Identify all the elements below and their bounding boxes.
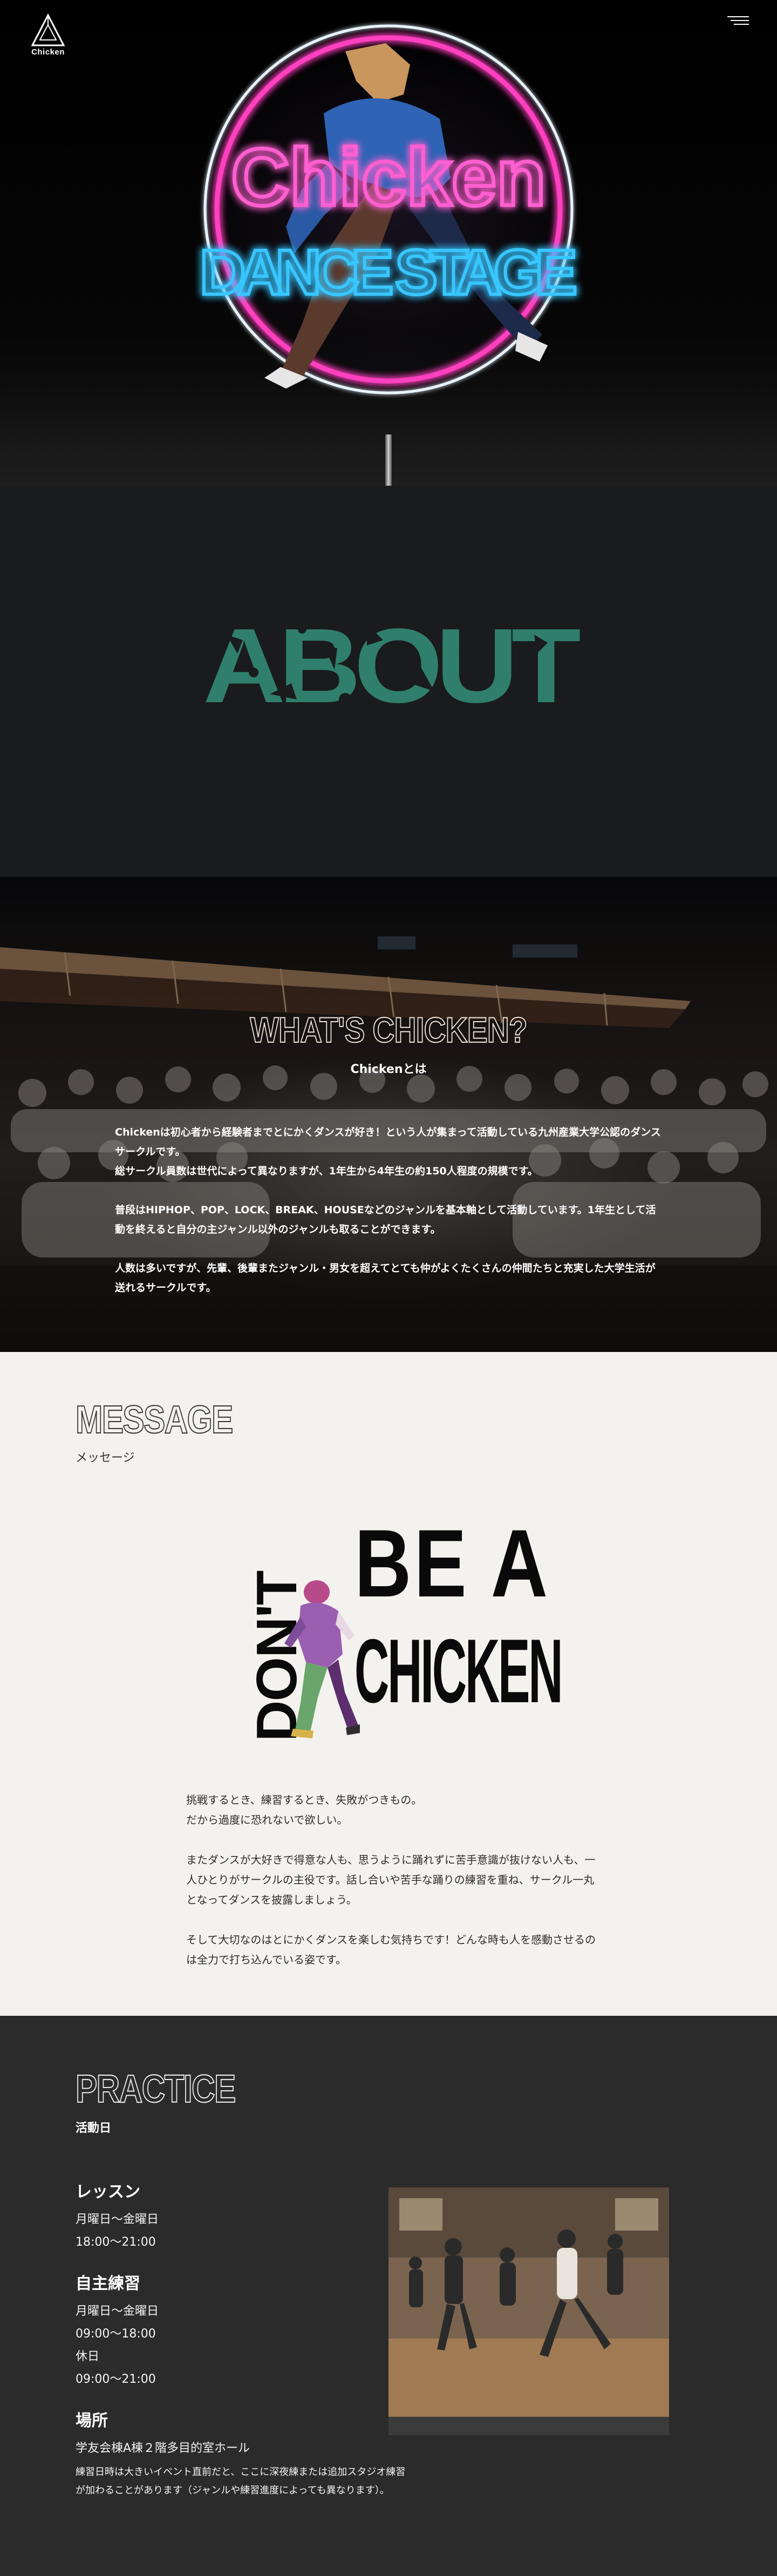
poster-dancer-figure [284, 1580, 360, 1738]
practice-photo-caption-bar [388, 2417, 669, 2435]
self-practice-block: 自主練習 月曜日～金曜日 09:00～18:00 休日 09:00～21:00 [76, 2272, 410, 2391]
neon-text-chicken: Chicken [231, 132, 546, 222]
hero-section: Chicken DANCE STAGE Chicken [0, 0, 777, 486]
message-paragraph: 挑戦するとき、練習するとき、失敗がつきもの。 だから過度に恐れないで欲しい。 [186, 1793, 422, 1826]
message-title: MESSAGE [75, 1398, 234, 1442]
holiday-label: 休日 [76, 2350, 100, 2363]
practice-section: PRACTICE 活動日 レッスン 月曜日～金曜日 18:00～21:00 自主… [0, 2016, 777, 2576]
neon-text-dance-stage: DANCE STAGE [200, 237, 577, 308]
about-grunge-texture [227, 624, 548, 706]
place-location: 学友会棟A棟２階多目的室ホール [76, 2442, 250, 2455]
message-paragraph: そして大切なのはとにかくダンスを楽しむ気持ちです！どんな時も人を感動させるのは全… [186, 1933, 596, 1966]
place-block: 場所 学友会棟A棟２階多目的室ホール 練習日時は大きいイベント直前だと、ここに深… [76, 2409, 410, 2500]
practice-title: PRACTICE [75, 2068, 236, 2111]
practice-photo [388, 2187, 669, 2417]
whats-chicken-subtitle: Chickenとは [350, 1063, 427, 1076]
lesson-heading: レッスン [76, 2183, 140, 2201]
practice-photo-scene [388, 2187, 669, 2417]
lesson-time: 18:00～21:00 [76, 2235, 156, 2249]
whats-chicken-title: WHAT'S CHICKEN? [249, 1010, 528, 1050]
dont-be-a-chicken-poster: DON'T BE A CHICKEN [229, 1515, 563, 1746]
practice-subtitle: 活動日 [76, 2122, 112, 2135]
hamburger-menu-icon[interactable] [723, 10, 755, 31]
self-practice-time: 09:00～18:00 [76, 2327, 156, 2341]
whats-paragraph: 普段はHIPHOP、POP、LOCK、BREAK、HOUSEなどのジャンルを基本… [115, 1204, 656, 1235]
message-paragraph: またダンスが大好きで得意な人も、思うように踊れずに苦手意識が抜けない人も、一人ひ… [186, 1853, 596, 1906]
whats-paragraph: 人数は多いですが、先輩、後輩またジャンル・男女を超えてとても仲がよくたくさんの仲… [115, 1262, 656, 1294]
practice-schedule: レッスン 月曜日～金曜日 18:00～21:00 自主練習 月曜日～金曜日 09… [76, 2180, 410, 2518]
whats-chicken-body: Chickenは初心者から経験者までとにかくダンスが好き！という人が集まって活動… [115, 1123, 663, 1317]
logo-triangle-icon [31, 13, 65, 46]
about-section: ABOUT [0, 486, 777, 877]
poster-text-be-a: BE A [355, 1510, 550, 1617]
logo-text: Chicken [31, 47, 65, 57]
whats-chicken-section: WHAT'S CHICKEN? Chickenとは Chickenは初心者から経… [0, 877, 777, 1352]
neon-sign: Chicken DANCE STAGE [198, 24, 579, 395]
place-heading: 場所 [76, 2411, 108, 2430]
site-logo[interactable]: Chicken [24, 12, 72, 60]
place-note: 練習日時は大きいイベント直前だと、ここに深夜練または追加スタジオ練習が加わること… [76, 2466, 406, 2496]
message-section: MESSAGE メッセージ DON'T BE A CHICKEN 挑戦するとき、… [0, 1352, 777, 2016]
whats-paragraph: Chickenは初心者から経験者までとにかくダンスが好き！という人が集まって活動… [115, 1126, 661, 1177]
self-practice-heading: 自主練習 [76, 2274, 140, 2293]
lesson-block: レッスン 月曜日～金曜日 18:00～21:00 [76, 2180, 410, 2254]
self-practice-days: 月曜日～金曜日 [76, 2305, 159, 2318]
holiday-time: 09:00～21:00 [76, 2373, 156, 2386]
lesson-days: 月曜日～金曜日 [76, 2213, 159, 2226]
poster-text-chicken: CHICKEN [355, 1620, 563, 1722]
message-body: 挑戦するとき、練習するとき、失敗がつきもの。 だから過度に恐れないで欲しい。 ま… [186, 1790, 596, 1990]
message-subtitle: メッセージ [76, 1451, 135, 1465]
